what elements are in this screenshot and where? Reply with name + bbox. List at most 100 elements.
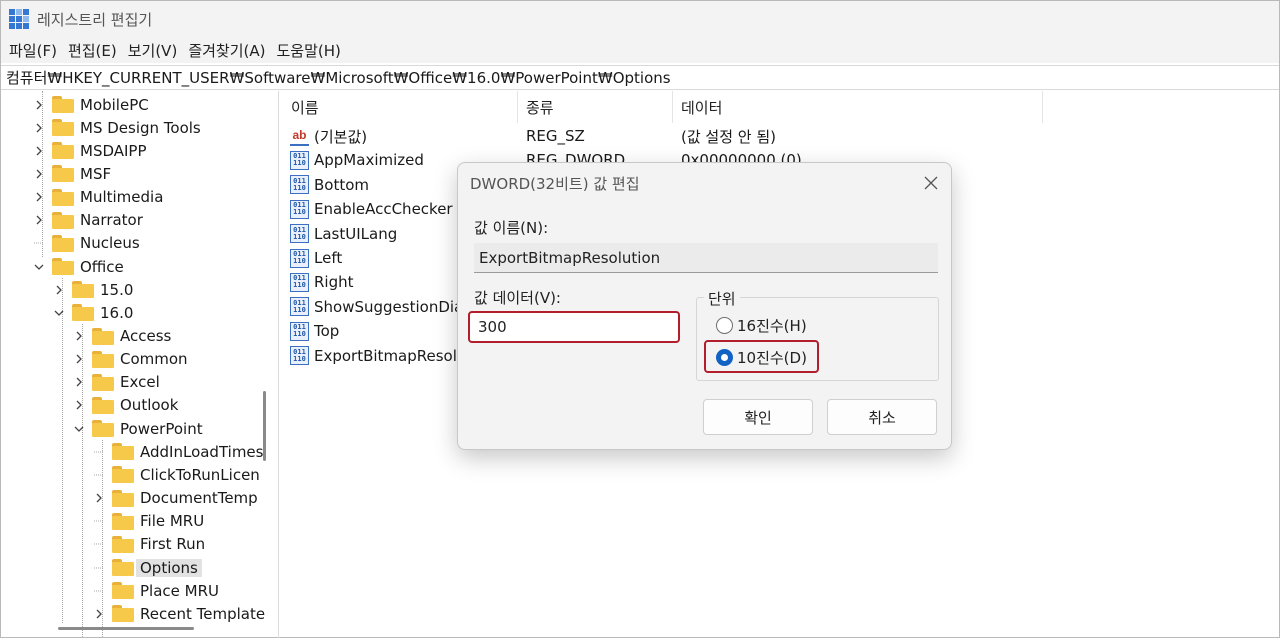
value-data-cell: (값 설정 안 됨) [681, 127, 777, 146]
menu-favorites[interactable]: 즐겨찾기(A) [186, 38, 274, 63]
menu-file[interactable]: 파일(F) [7, 38, 66, 63]
tree-connector [92, 537, 106, 551]
tree-horizontal-scrollbar[interactable] [58, 627, 194, 630]
binary-value-icon: 011 110 [290, 150, 309, 170]
column-header-type[interactable]: 종류 [518, 91, 673, 123]
chevron-down-icon[interactable] [52, 306, 66, 320]
binary-value-icon: 011 110 [290, 248, 309, 268]
tree-item-label: 16.0 [100, 303, 134, 322]
tree-item[interactable]: MSDAIPP [32, 139, 147, 162]
value-name-cell: LastUILang [314, 224, 398, 243]
ok-button[interactable]: 확인 [703, 399, 813, 435]
binary-value-icon: 011 110 [290, 272, 309, 292]
tree-item-label: Options [136, 558, 202, 577]
folder-icon [112, 466, 134, 484]
unit-group-label: 단위 [704, 288, 740, 309]
value-data-input[interactable]: 300 [468, 311, 680, 343]
tree-item-label: Office [80, 257, 124, 276]
folder-icon [52, 234, 74, 252]
tree-item-label: MSF [80, 164, 112, 183]
chevron-right-icon[interactable] [32, 121, 46, 135]
tree-item-label: Narrator [80, 211, 143, 230]
chevron-down-icon[interactable] [72, 422, 86, 436]
column-type-label: 종류 [526, 98, 554, 117]
decimal-highlight-box [704, 340, 819, 373]
tree-item[interactable]: Office [32, 255, 124, 278]
tree-item[interactable]: AddInLoadTimes [92, 440, 263, 463]
tree-item[interactable]: MobilePC [32, 93, 149, 116]
value-type-cell: REG_SZ [526, 127, 585, 145]
tree-item-label: Excel [120, 373, 160, 392]
tree-item[interactable]: File MRU [92, 510, 204, 533]
chevron-right-icon[interactable] [92, 491, 106, 505]
folder-icon [112, 512, 134, 530]
tree-item[interactable]: Access [72, 325, 171, 348]
chevron-down-icon[interactable] [32, 260, 46, 274]
column-header-data[interactable]: 데이터 [673, 91, 1043, 123]
chevron-right-icon[interactable] [92, 607, 106, 621]
tree-item[interactable]: PowerPoint [72, 417, 203, 440]
window-title: 레지스트리 편집기 [37, 10, 153, 29]
folder-icon [52, 258, 74, 276]
tree-item[interactable]: MS Design Tools [32, 116, 201, 139]
folder-icon [52, 188, 74, 206]
tree-item[interactable]: 16.0 [52, 301, 133, 324]
chevron-right-icon[interactable] [32, 98, 46, 112]
value-name-cell: EnableAccChecker [314, 200, 453, 219]
tree-guide-line [62, 278, 63, 623]
tree-item[interactable]: ClickToRunLicen [92, 463, 260, 486]
value-name-cell: ExportBitmapResolut [314, 346, 473, 365]
folder-icon [112, 582, 134, 600]
tree-item[interactable]: 15.0 [52, 278, 133, 301]
column-header-name[interactable]: 이름 [283, 91, 518, 123]
value-data-label: 값 데이터(V): [474, 289, 561, 307]
tree-item[interactable]: First Run [92, 533, 205, 556]
tree-item[interactable]: Nucleus [32, 232, 140, 255]
binary-value-icon: 011 110 [290, 199, 309, 219]
tree-item[interactable]: Excel [72, 371, 160, 394]
radio-hexadecimal[interactable]: 16진수(H) [716, 315, 807, 336]
tree-item[interactable]: DocumentTemp [92, 487, 258, 510]
column-data-label: 데이터 [681, 98, 723, 117]
tree-item[interactable]: MSF [32, 162, 111, 185]
chevron-right-icon[interactable] [32, 167, 46, 181]
binary-value-icon: 011 110 [290, 321, 309, 341]
folder-icon [52, 119, 74, 137]
tree-connector [92, 468, 106, 482]
string-value-icon: ab [290, 127, 309, 146]
chevron-right-icon[interactable] [72, 352, 86, 366]
menu-help[interactable]: 도움말(H) [274, 38, 349, 63]
binary-value-icon: 011 110 [290, 297, 309, 317]
registry-editor-window: 레지스트리 편집기 파일(F) 편집(E) 보기(V) 즐겨찾기(A) 도움말(… [0, 0, 1280, 638]
chevron-right-icon[interactable] [72, 375, 86, 389]
tree-item[interactable]: Multimedia [32, 186, 163, 209]
chevron-right-icon[interactable] [52, 283, 66, 297]
chevron-right-icon[interactable] [32, 190, 46, 204]
tree-item[interactable]: Outlook [72, 394, 178, 417]
tree-item-label: File MRU [140, 512, 205, 531]
close-icon[interactable] [919, 171, 943, 195]
cancel-button[interactable]: 취소 [827, 399, 937, 435]
menu-edit[interactable]: 편집(E) [66, 38, 126, 63]
tree-item-label: Recent Template [140, 604, 266, 623]
folder-icon [112, 605, 134, 623]
folder-icon [52, 211, 74, 229]
menu-view[interactable]: 보기(V) [126, 38, 187, 63]
chevron-right-icon[interactable] [32, 213, 46, 227]
tree-item[interactable]: Narrator [32, 209, 143, 232]
value-row[interactable]: ab (기본값) REG_SZ (값 설정 안 됨) [283, 124, 1043, 148]
chevron-right-icon[interactable] [32, 144, 46, 158]
tree-item[interactable]: Place MRU [92, 579, 219, 602]
value-data-text: 300 [478, 318, 507, 336]
chevron-right-icon[interactable] [72, 398, 86, 412]
address-bar[interactable]: 컴퓨터₩HKEY_CURRENT_USER₩Software₩Microsoft… [1, 65, 1279, 90]
folder-icon [112, 443, 134, 461]
tree-item[interactable]: Recent Template [92, 602, 265, 625]
radio-hex-label: 16진수(H) [737, 317, 807, 335]
key-tree-pane[interactable]: MobilePC MS Design Tools MSDAIPP MSF Multime… [1, 91, 279, 638]
tree-item[interactable]: Options [92, 556, 202, 579]
tree-item-label: 15.0 [100, 280, 134, 299]
tree-connector [92, 561, 106, 575]
chevron-right-icon[interactable] [72, 329, 86, 343]
tree-item[interactable]: Common [72, 348, 188, 371]
